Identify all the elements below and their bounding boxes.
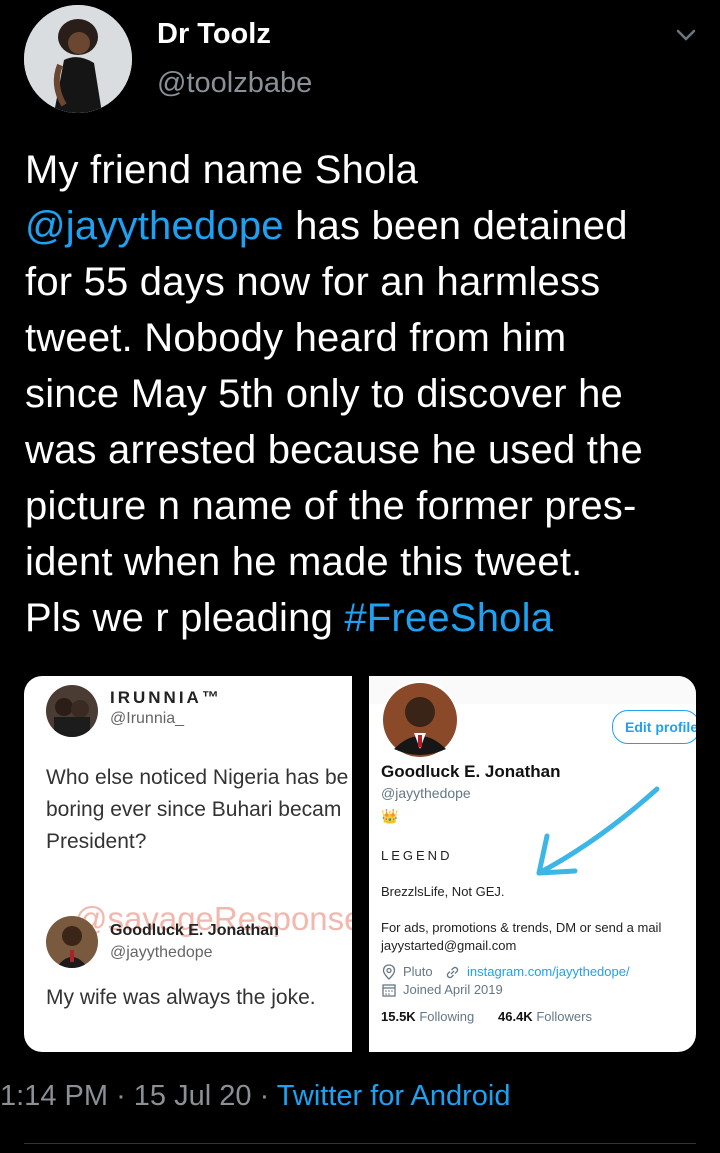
tweet-line: ident when he made this tweet. <box>25 540 583 584</box>
following-stat[interactable]: 15.5K Following <box>381 1009 474 1024</box>
bio-contact: For ads, promotions & trends, DM or send… <box>381 920 662 953</box>
hashtag-link[interactable]: #FreeShola <box>344 596 553 640</box>
profile-name: Goodluck E. Jonathan <box>381 762 561 781</box>
tweet-line: for 55 days now for an harmless <box>25 260 601 304</box>
tweet-image-left[interactable]: IRUNNIA™ @Irunnia_ Who else noticed Nige… <box>24 676 352 1052</box>
reply-handle: @jayythedope <box>110 944 213 961</box>
divider <box>24 1143 696 1144</box>
mention-link[interactable]: @jayythedope <box>25 204 284 248</box>
author-handle[interactable]: @toolzbabe <box>157 67 312 100</box>
tweet-text: My friend name Shola @jayythedope has be… <box>25 142 715 646</box>
crown-emoji: 👑 <box>381 808 399 824</box>
tweet-line: was arrested because he used the <box>25 428 643 472</box>
irunnia-handle: @Irunnia_ <box>110 710 185 727</box>
arrow-annotation <box>536 786 660 876</box>
bio-title: LEGEND <box>381 848 453 863</box>
chevron-down-icon[interactable] <box>676 28 696 42</box>
tweet-time[interactable]: 1:14 PM <box>0 1080 108 1112</box>
irunnia-avatar <box>46 685 98 737</box>
profile-location: Pluto <box>403 964 433 979</box>
tweet-line: Pls we r pleading #FreeShola <box>25 596 554 640</box>
author-name[interactable]: Dr Toolz <box>157 18 271 51</box>
followers-stat[interactable]: 46.4K Followers <box>498 1009 592 1024</box>
author-avatar[interactable] <box>24 5 132 113</box>
tweet-source[interactable]: Twitter for Android <box>277 1080 511 1112</box>
irunnia-text: Who else noticed Nigeria has be boring e… <box>46 766 349 853</box>
tweet-line: tweet. Nobody heard from him <box>25 316 567 360</box>
tweet-date[interactable]: 15 Jul 20 <box>134 1080 252 1112</box>
tweet-line: since May 5th only to discover he <box>25 372 624 416</box>
irunnia-name: IRUNNIA™ <box>110 688 222 707</box>
tweet-image-right[interactable]: Edit profile Goodluck E. Jonathan @jayyt… <box>369 676 696 1052</box>
profile-handle: @jayythedope <box>381 785 471 801</box>
edit-profile-button[interactable]: Edit profile <box>612 710 696 744</box>
link-icon <box>446 966 459 979</box>
reply-text: My wife was always the joke. <box>46 986 316 1009</box>
jonathan-avatar-small <box>46 916 98 968</box>
reply-name: Goodluck E. Jonathan <box>110 922 279 939</box>
location-icon <box>382 964 396 980</box>
profile-avatar <box>381 681 459 759</box>
tweet-line: @jayythedope has been detained <box>25 204 628 248</box>
calendar-icon <box>382 984 396 997</box>
tweet-line: My friend name Shola <box>25 148 419 192</box>
profile-joined: Joined April 2019 <box>403 982 503 997</box>
author-photo <box>24 5 132 113</box>
profile-website[interactable]: instagram.com/jayythedope/ <box>467 964 630 979</box>
tweet-meta: 1:14 PM · 15 Jul 20 · Twitter for Androi… <box>0 1080 511 1112</box>
bio-line: BrezzlsLife, Not GEJ. <box>381 884 505 899</box>
tweet-line: picture n name of the former pres- <box>25 484 637 528</box>
